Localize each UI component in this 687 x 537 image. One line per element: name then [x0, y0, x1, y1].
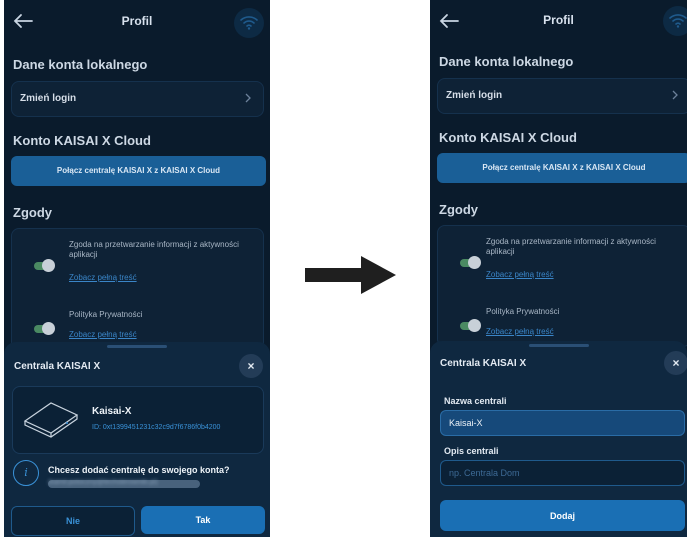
page-title: Profil	[543, 13, 574, 27]
wifi-icon[interactable]	[234, 8, 264, 38]
sheet-title: Centrala KAISAI X	[440, 358, 527, 369]
bottom-sheet: Centrala KAISAI X × Nazwa centrali Kaisa…	[430, 341, 687, 537]
close-glyph: ×	[247, 359, 255, 373]
change-login-label: Zmień login	[446, 90, 503, 101]
info-icon: i	[13, 460, 39, 486]
consent2-toggle[interactable]	[460, 319, 481, 332]
section-consents: Zgody	[13, 205, 52, 220]
consent1-text: Zgoda na przetwarzanie informacji z akty…	[69, 240, 239, 259]
sheet-handle[interactable]	[107, 345, 167, 348]
name-input[interactable]: Kaisai-X	[440, 410, 685, 436]
yes-button-label: Tak	[195, 515, 211, 525]
close-icon[interactable]: ×	[664, 351, 687, 375]
arrow-right-icon	[305, 256, 396, 294]
device-card: Kaisai-X ID: 0xt1399451231c32c9d7f6786f0…	[12, 386, 264, 454]
add-question: Chcesz dodać centralę do swojego konta?	[48, 465, 230, 475]
connect-cloud-label: Połącz centralę KAISAI X z KAISAI X Clou…	[482, 163, 646, 172]
no-button-label: Nie	[65, 516, 80, 526]
wifi-icon[interactable]	[663, 6, 687, 36]
close-glyph: ×	[672, 356, 680, 370]
consent1-link[interactable]: Zobacz pełną treść	[486, 270, 554, 279]
consent2-link[interactable]: Zobacz pełną treść	[69, 330, 137, 339]
change-login-label: Zmień login	[20, 93, 77, 104]
change-login-row[interactable]: Zmień login	[11, 81, 264, 117]
bottom-sheet: Centrala KAISAI X × Kaisai-X ID: 0xt1399…	[4, 342, 270, 537]
page-title: Profil	[121, 14, 153, 28]
section-cloud-account: Konto KAISAI X Cloud	[439, 130, 577, 145]
section-consents: Zgody	[439, 202, 478, 217]
device-name: Kaisai-X	[92, 406, 132, 417]
name-input-value: Kaisai-X	[449, 418, 483, 428]
change-login-row[interactable]: Zmień login	[437, 78, 687, 114]
section-local-account: Dane konta lokalnego	[439, 54, 574, 69]
info-glyph: i	[24, 466, 28, 479]
description-label: Opis centrali	[444, 446, 499, 456]
consent2-toggle[interactable]	[34, 322, 55, 335]
description-placeholder: np. Centrala Dom	[449, 468, 520, 478]
section-local-account: Dane konta lokalnego	[13, 57, 148, 72]
phone-screen-right: Profil Dane konta lokalnego Zmień login …	[430, 0, 687, 537]
sheet-title: Centrala KAISAI X	[14, 361, 101, 372]
device-id: ID: 0xt1399451231c32c9d7f6786f0b4200	[92, 424, 221, 431]
connect-cloud-button[interactable]: Połącz centralę KAISAI X z KAISAI X Clou…	[11, 156, 266, 186]
consent2-link[interactable]: Zobacz pełną treść	[486, 327, 554, 336]
consent1-toggle[interactable]	[460, 256, 481, 269]
name-label: Nazwa centrali	[444, 396, 507, 406]
connect-cloud-button[interactable]: Połącz centralę KAISAI X z KAISAI X Clou…	[437, 153, 687, 183]
add-button[interactable]: Dodaj	[440, 500, 685, 531]
consent1-toggle[interactable]	[34, 259, 55, 272]
consents-card: Zgoda na przetwarzanie informacji z akty…	[11, 228, 264, 350]
consent2-text: Polityka Prywatności	[486, 307, 560, 316]
top-bar: Profil	[4, 0, 270, 44]
account-email: (kamil.potoczny@techsterowniki.pl)	[48, 479, 158, 486]
consent2-text: Polityka Prywatności	[69, 310, 143, 319]
consent1-text: Zgoda na przetwarzanie informacji z akty…	[486, 237, 656, 256]
chevron-right-icon	[672, 90, 678, 100]
yes-button[interactable]: Tak	[141, 506, 265, 534]
no-button[interactable]: Nie	[11, 506, 135, 536]
sheet-handle[interactable]	[528, 344, 589, 347]
close-icon[interactable]: ×	[239, 354, 263, 378]
description-input[interactable]: np. Centrala Dom	[440, 460, 685, 486]
add-button-label: Dodaj	[549, 511, 575, 521]
connect-cloud-label: Połącz centralę KAISAI X z KAISAI X Clou…	[56, 166, 221, 175]
chevron-right-icon	[245, 93, 251, 103]
top-bar: Profil	[430, 0, 687, 44]
phone-screen-left: Profil Dane konta lokalnego Zmień login …	[4, 0, 270, 537]
consent1-link[interactable]: Zobacz pełną treść	[69, 273, 137, 282]
router-device-icon	[23, 402, 79, 438]
section-cloud-account: Konto KAISAI X Cloud	[13, 133, 151, 148]
consents-card: Zgoda na przetwarzanie informacji z akty…	[437, 225, 687, 347]
